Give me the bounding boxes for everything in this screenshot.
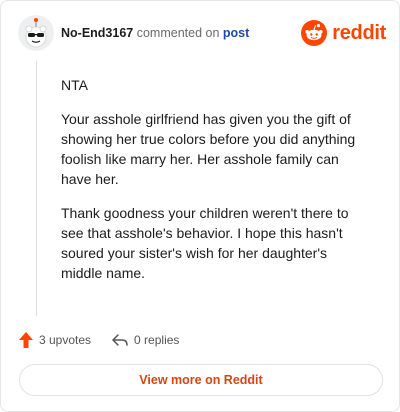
comment-paragraph: NTA — [61, 77, 88, 93]
upvote-arrow-icon — [19, 332, 33, 348]
comment-body: NTA Your asshole girlfriend has given yo… — [61, 75, 371, 297]
upvote-count: 3 upvotes — [39, 333, 92, 347]
comment-actions: 3 upvotes 0 replies — [18, 330, 179, 350]
reddit-brand-link[interactable]: reddit — [301, 19, 386, 47]
embedded-comment-card: No-End3167 commented on post reddit NTA … — [0, 0, 400, 412]
username-link[interactable]: No-End3167 — [61, 26, 133, 40]
user-avatar[interactable] — [18, 15, 54, 51]
comment-header: No-End3167 commented on post reddit — [18, 15, 386, 53]
comment-paragraph: Your asshole girlfriend has given you th… — [61, 111, 356, 187]
reddit-logo-icon — [301, 20, 328, 46]
comment-meta: No-End3167 commented on post — [61, 26, 249, 40]
comment-paragraph: Thank goodness your children weren't the… — [61, 205, 349, 281]
reply-count: 0 replies — [134, 333, 180, 347]
view-more-on-reddit-button[interactable]: View more on Reddit — [19, 364, 383, 396]
upvote-button[interactable]: 3 upvotes — [18, 331, 91, 349]
replies-button[interactable]: 0 replies — [111, 332, 179, 348]
thread-line — [36, 61, 37, 316]
reddit-wordmark: reddit — [332, 21, 386, 44]
reply-arrow-icon — [112, 334, 128, 346]
post-link[interactable]: post — [223, 26, 249, 40]
commented-on-text: commented on — [136, 26, 220, 40]
avatar-icon — [18, 15, 54, 51]
